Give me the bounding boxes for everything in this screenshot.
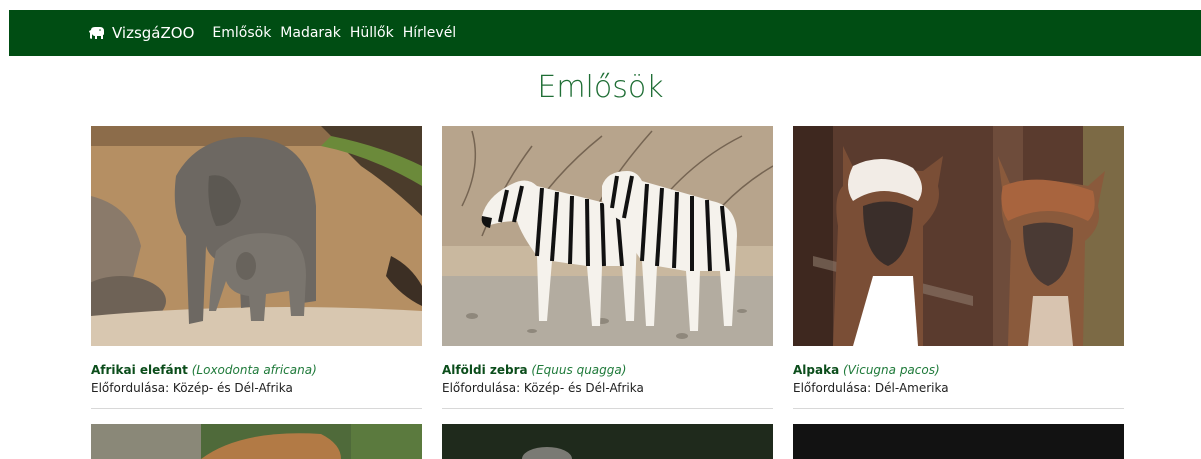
animal-card-zebra: Alföldi zebra (Equus quagga) Előfordulás… bbox=[442, 126, 773, 409]
alpaca-caption: Alpaka (Vicugna pacos) bbox=[793, 363, 1124, 377]
page-title: Emlősök bbox=[537, 70, 664, 105]
nav-link-hullok[interactable]: Hüllők bbox=[350, 25, 394, 41]
animal-region: Előfordulása: Közép- és Dél-Afrika bbox=[442, 381, 644, 395]
zebra-caption: Alföldi zebra (Equus quagga) bbox=[442, 363, 773, 377]
animal-latin-name: (Vicugna pacos) bbox=[843, 363, 940, 377]
animal-card-alpaca: Alpaka (Vicugna pacos) Előfordulása: Dél… bbox=[793, 126, 1124, 409]
card-divider bbox=[442, 408, 773, 409]
nav-link-emlosok[interactable]: Emlősök bbox=[212, 25, 271, 41]
next-card-photo bbox=[793, 424, 1124, 459]
next-card-photo bbox=[91, 424, 422, 459]
zebra-photo bbox=[442, 126, 773, 346]
animal-card-elephant: Afrikai elefánt (Loxodonta africana) Elő… bbox=[91, 126, 422, 409]
animal-name: Alföldi zebra bbox=[442, 363, 528, 377]
card-divider bbox=[91, 408, 422, 409]
animal-name: Alpaka bbox=[793, 363, 840, 377]
elephant-icon bbox=[89, 27, 104, 39]
nav-link-hirlevel[interactable]: Hírlevél bbox=[403, 25, 456, 41]
elephant-photo bbox=[91, 126, 422, 346]
elephant-caption: Afrikai elefánt (Loxodonta africana) bbox=[91, 363, 422, 377]
brand-name: VizsgáZOO bbox=[112, 24, 195, 42]
alpaca-photo bbox=[793, 126, 1124, 346]
animal-latin-name: (Equus quagga) bbox=[531, 363, 627, 377]
next-card-photo bbox=[442, 424, 773, 459]
nav-link-madarak[interactable]: Madarak bbox=[280, 25, 341, 41]
animal-region: Előfordulása: Dél-Amerika bbox=[793, 381, 949, 395]
animal-latin-name: (Loxodonta africana) bbox=[191, 363, 317, 377]
top-navbar: VizsgáZOO Emlősök Madarak Hüllők Hírlevé… bbox=[9, 10, 1201, 56]
animal-region: Előfordulása: Közép- és Dél-Afrika bbox=[91, 381, 293, 395]
brand-link[interactable]: VizsgáZOO bbox=[88, 24, 194, 42]
card-divider bbox=[793, 408, 1124, 409]
animal-name: Afrikai elefánt bbox=[91, 363, 188, 377]
